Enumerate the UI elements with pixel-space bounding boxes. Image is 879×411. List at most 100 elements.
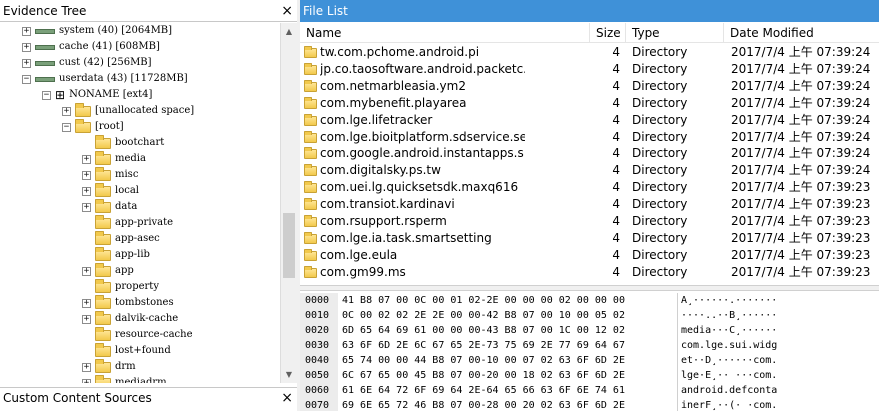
tree-node-label: system (40) [2064MB] xyxy=(59,25,173,36)
file-list-row[interactable]: jp.co.taosoftware.android.packetc... 4 Dir… xyxy=(300,61,879,78)
collapse-icon[interactable]: − xyxy=(42,90,51,100)
expand-icon[interactable]: + xyxy=(82,154,91,164)
file-list-row[interactable]: com.lge.eula 4 Directory 2017/7/4 上午 07:39:… xyxy=(300,247,879,264)
file-type: Directory xyxy=(632,264,688,279)
evidence-tree-close-icon[interactable]: × xyxy=(281,0,293,22)
tree-node[interactable]: + dalvik-cache xyxy=(82,310,178,327)
custom-content-sources-title-bar[interactable]: Custom Content Sources × xyxy=(0,387,297,411)
tree-node[interactable]: + drm xyxy=(82,358,136,375)
file-list-row[interactable]: com.lge.lifetracker 4 Directory 2017/7/4 上午… xyxy=(300,112,879,129)
tree-node[interactable]: − userdata (43) [11728MB] xyxy=(22,71,188,87)
tree-node[interactable]: + cache (41) [608MB] xyxy=(22,39,160,55)
hex-ascii[interactable]: ····..··B¸······ xyxy=(677,308,777,323)
tree-node[interactable]: resource-cache xyxy=(82,326,193,343)
file-list-row[interactable]: com.mybenefit.playarea 4 Directory 2017/7/4… xyxy=(300,95,879,112)
hex-ascii[interactable]: com.lge.sui.widg xyxy=(677,338,777,353)
tree-node[interactable]: app-private xyxy=(82,214,173,231)
hex-bytes[interactable]: 63 6F 6D 2E 6C 67 65 2E-73 75 69 2E 77 6… xyxy=(342,338,625,353)
hex-ascii[interactable]: media···C¸······ xyxy=(677,323,777,338)
scroll-down-icon[interactable]: ▼ xyxy=(281,366,297,383)
hex-bytes[interactable]: 41 B8 07 00 0C 00 01 02-2E 00 00 00 02 0… xyxy=(342,293,625,308)
hex-row: 0070 69 6E 65 72 46 B8 07 00-28 00 20 02 … xyxy=(300,398,879,411)
file-name: com.uei.lg.quicksetsdk.maxq616 xyxy=(320,180,519,195)
file-list-row[interactable]: com.google.android.instantapps.s... 4 Dire… xyxy=(300,145,879,162)
hex-ascii[interactable]: android.defconta xyxy=(677,383,777,398)
folder-icon xyxy=(304,147,317,160)
expand-icon[interactable]: + xyxy=(82,362,91,372)
hex-bytes[interactable]: 61 6E 64 72 6F 69 64 2E-64 65 66 63 6F 6… xyxy=(342,383,625,398)
tree-node[interactable]: app-lib xyxy=(82,246,150,263)
file-list-row[interactable]: tw.com.pchome.android.pi 4 Directory 2017/7… xyxy=(300,44,879,61)
hex-bytes[interactable]: 6D 65 64 69 61 00 00 00-43 B8 07 00 1C 0… xyxy=(342,323,625,338)
tree-node[interactable]: + app xyxy=(82,262,134,279)
expand-icon[interactable]: + xyxy=(22,58,31,68)
expand-icon[interactable]: + xyxy=(82,314,91,324)
file-list-row[interactable]: com.transiot.kardinavi 4 Directory 2017/7/4… xyxy=(300,196,879,213)
expand-icon[interactable]: + xyxy=(82,266,91,276)
tree-node[interactable]: + [unallocated space] xyxy=(62,102,194,119)
hex-bytes[interactable]: 0C 00 02 02 2E 2E 00 00-42 B8 07 00 10 0… xyxy=(342,308,625,323)
expand-icon[interactable]: + xyxy=(22,42,31,52)
custom-sources-close-icon[interactable]: × xyxy=(281,388,293,408)
app-window: Evidence Tree × + system (40) [2064MB] + ca… xyxy=(0,0,879,411)
column-header-name[interactable]: Name xyxy=(300,23,590,43)
tree-node[interactable]: property xyxy=(82,278,159,295)
scrollbar-thumb[interactable] xyxy=(283,213,295,278)
hex-ascii[interactable]: et··D¸······com. xyxy=(677,353,777,368)
evidence-tree-title: Evidence Tree xyxy=(3,4,87,18)
tree-node[interactable]: + media xyxy=(82,150,146,167)
hex-ascii[interactable]: inerF¸··(· ·com. xyxy=(677,398,777,411)
folder-icon xyxy=(95,342,111,357)
collapse-icon[interactable]: − xyxy=(62,122,71,132)
tree-node[interactable]: + system (40) [2064MB] xyxy=(22,23,172,39)
tree-node[interactable]: + mediadrm xyxy=(82,374,167,383)
file-date-modified: 2017/7/4 上午 07:39:23 xyxy=(731,197,871,212)
column-header-date-modified[interactable]: Date Modified xyxy=(724,23,879,43)
file-list-row[interactable]: com.lge.ia.task.smartsetting 4 Directory 20… xyxy=(300,230,879,247)
tree-node[interactable]: + cust (42) [256MB] xyxy=(22,55,152,71)
file-size: 4 xyxy=(612,230,620,245)
collapse-icon[interactable]: − xyxy=(22,74,31,84)
hex-ascii[interactable]: A¸······.······· xyxy=(677,293,777,308)
tree-node[interactable]: bootchart xyxy=(82,134,164,151)
expand-icon[interactable]: + xyxy=(22,26,31,36)
evidence-tree-panel: Evidence Tree × + system (40) [2064MB] + ca… xyxy=(0,0,297,411)
tree-node-label: drm xyxy=(115,361,136,372)
tree-node[interactable]: + misc xyxy=(82,166,138,183)
expand-icon[interactable]: + xyxy=(62,106,71,116)
tree-node[interactable]: + data xyxy=(82,198,137,215)
hex-bytes[interactable]: 65 74 00 00 44 B8 07 00-10 00 07 02 63 6… xyxy=(342,353,625,368)
file-list-row[interactable]: com.rsupport.rsperm 4 Directory 2017/7/4 上午… xyxy=(300,213,879,230)
hex-bytes[interactable]: 6C 67 65 00 45 B8 07 00-20 00 18 02 63 6… xyxy=(342,368,625,383)
file-list-row[interactable]: com.netmarbleasia.ym2 4 Directory 2017/7/4 … xyxy=(300,78,879,95)
tree-node[interactable]: − [root] xyxy=(62,118,124,135)
scroll-up-icon[interactable]: ▲ xyxy=(281,23,297,40)
expand-icon[interactable]: + xyxy=(82,186,91,196)
file-date-modified: 2017/7/4 上午 07:39:24 xyxy=(731,78,871,93)
tree-node[interactable]: + local xyxy=(82,182,139,199)
expand-icon[interactable]: + xyxy=(82,378,91,383)
tree-node[interactable]: lost+found xyxy=(82,342,171,359)
file-list-row[interactable]: com.lge.bioitplatform.sdservice.se... 4 Di… xyxy=(300,129,879,146)
expand-icon[interactable]: + xyxy=(82,298,91,308)
folder-icon xyxy=(304,79,317,92)
evidence-tree-scrollbar[interactable]: ▲ ▼ xyxy=(280,23,297,383)
hex-ascii[interactable]: lge·E¸·· ···com. xyxy=(677,368,777,383)
hex-bytes[interactable]: 69 6E 65 72 46 B8 07 00-28 00 20 02 63 6… xyxy=(342,398,625,411)
file-list-row[interactable]: com.gm99.ms 4 Directory 2017/7/4 上午 07:39:2… xyxy=(300,264,879,281)
tree-node-label: userdata (43) [11728MB] xyxy=(59,73,188,84)
tree-node[interactable]: app-asec xyxy=(82,230,160,247)
file-list-row[interactable]: com.digitalsky.ps.tw 4 Directory 2017/7/4 上… xyxy=(300,162,879,179)
column-header-size[interactable]: Size xyxy=(590,23,626,43)
file-size: 4 xyxy=(612,247,620,262)
tree-node[interactable]: + tombstones xyxy=(82,294,174,311)
expand-icon[interactable]: + xyxy=(82,170,91,180)
tree-node[interactable]: − ⊞ NONAME [ext4] xyxy=(42,87,152,103)
hex-row: 0010 0C 00 02 02 2E 2E 00 00-42 B8 07 00 … xyxy=(300,308,879,323)
tree-node-label: app-lib xyxy=(115,249,150,260)
expand-icon[interactable]: + xyxy=(82,202,91,212)
file-list-row[interactable]: com.uei.lg.quicksetsdk.maxq616 4 Directory… xyxy=(300,179,879,196)
column-header-type[interactable]: Type xyxy=(626,23,724,43)
folder-icon xyxy=(304,164,317,177)
file-size: 4 xyxy=(612,197,620,212)
